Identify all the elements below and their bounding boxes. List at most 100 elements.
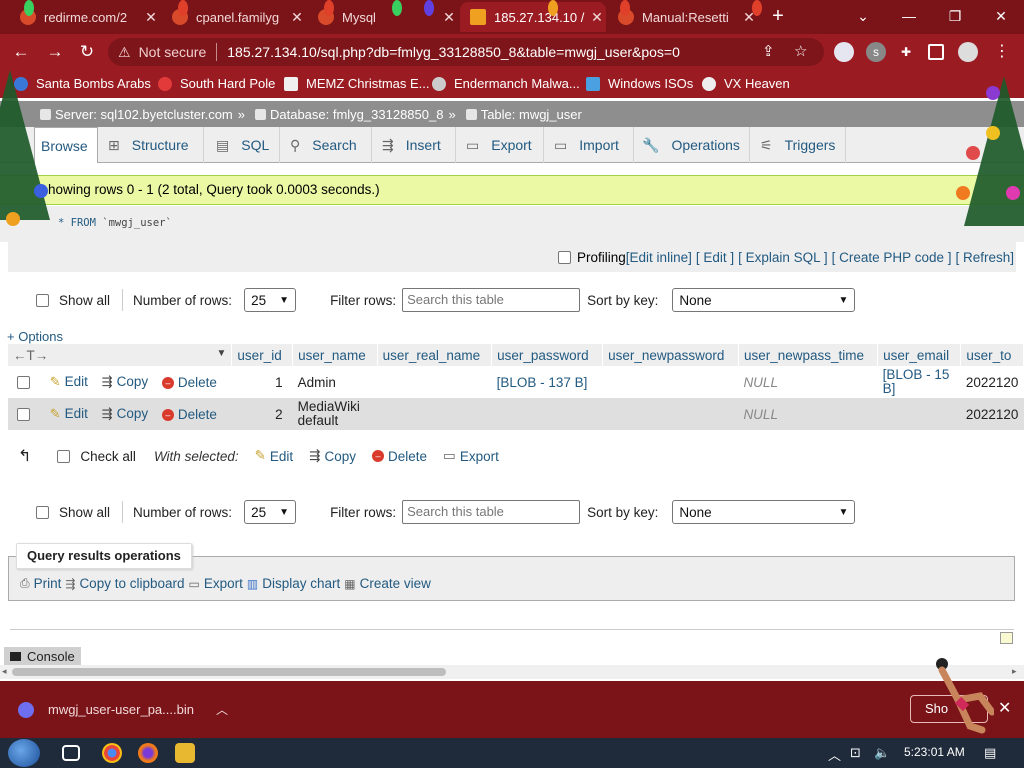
tab-close-icon[interactable]: ✕ [142, 9, 160, 26]
options-toggle[interactable]: + Options [7, 329, 63, 344]
cell-user-to[interactable]: 2022120 [960, 398, 1024, 430]
network-icon[interactable]: ⊡ [850, 745, 861, 761]
display-chart-link[interactable]: ▥ Display chart [247, 576, 340, 591]
tab-search[interactable]: ⚲ Search [280, 127, 372, 163]
sort-by-key-select[interactable]: None ▼ [672, 288, 856, 312]
extension-s-icon[interactable]: s [866, 42, 886, 62]
minimize-button[interactable]: — [886, 0, 932, 32]
browser-menu-icon[interactable]: ⋮ [992, 42, 1012, 62]
column-arrows-header[interactable]: ←T→ ▼ [8, 344, 233, 366]
file-explorer-icon[interactable] [175, 743, 195, 763]
bookmark-memz[interactable]: MEMZ Christmas E... [284, 76, 430, 91]
number-of-rows-select[interactable]: 25 ▼ [244, 500, 297, 524]
sort-by-key-select[interactable]: None ▼ [672, 500, 856, 524]
column-header[interactable]: user_to [960, 344, 1024, 366]
tab-sql[interactable]: ▤ SQL [204, 127, 280, 163]
tab-close-icon[interactable]: ✕ [588, 9, 606, 26]
url-input[interactable]: ⚠ Not secure 185.27.134.10/sql.php?db=fm… [108, 38, 824, 66]
notes-icon[interactable] [1000, 632, 1013, 644]
row-checkbox[interactable] [17, 407, 30, 421]
row-copy-button[interactable]: ⇶ Copy [102, 374, 148, 390]
extensions-puzzle-icon[interactable]: ✚ [896, 42, 916, 62]
show-all-checkbox[interactable] [36, 505, 49, 519]
bulk-export-button[interactable]: ▭ Export [443, 448, 499, 464]
create-php-code-link[interactable]: [ Create PHP code ] [832, 250, 952, 265]
number-of-rows-select[interactable]: 25 ▼ [244, 288, 297, 312]
column-header[interactable]: user_password [491, 344, 604, 366]
bulk-delete-button[interactable]: – Delete [372, 449, 427, 464]
chrome-taskbar-icon[interactable] [102, 743, 122, 763]
show-all-checkbox[interactable] [36, 293, 49, 307]
task-view-icon[interactable] [62, 745, 80, 761]
share-icon[interactable]: ⇪ [762, 42, 775, 60]
cell-user-id[interactable]: 2 [231, 398, 293, 430]
close-download-bar-icon[interactable]: ✕ [998, 698, 1011, 718]
forward-button[interactable]: → [42, 40, 68, 64]
close-window-button[interactable]: ✕ [978, 0, 1024, 32]
column-header[interactable]: user_id [231, 344, 294, 366]
breadcrumb-table[interactable]: Table: mwgj_user [462, 107, 582, 122]
cell-user-id[interactable]: 1 [231, 366, 293, 398]
cell-user-password[interactable]: [BLOB - 137 B] [491, 366, 603, 398]
tab-triggers[interactable]: ⚟ Triggers [750, 127, 846, 163]
tray-chevron-up-icon[interactable]: ︿ [828, 745, 841, 764]
check-all-label[interactable]: Check all [80, 449, 136, 464]
check-all-checkbox[interactable] [57, 449, 71, 463]
cell-user-to[interactable]: 2022120 [960, 366, 1024, 398]
explain-sql-link[interactable]: [ Explain SQL ] [738, 250, 828, 265]
bookmark-south-hard-pole[interactable]: South Hard Pole [158, 76, 275, 91]
breadcrumb-server[interactable]: Server: sql102.byetcluster.com [36, 107, 233, 122]
action-center-icon[interactable]: ▤ [984, 745, 996, 761]
tab-operations[interactable]: 🔧 Operations [634, 127, 750, 163]
tab-close-icon[interactable]: ✕ [440, 9, 458, 26]
column-header[interactable]: user_name [292, 344, 378, 366]
print-link[interactable]: ⎙ Print [20, 576, 61, 591]
cell-user-newpass-time[interactable]: NULL [738, 398, 878, 430]
column-header[interactable]: user_newpass_time [738, 344, 879, 366]
tab-search-chevron-icon[interactable]: ⌄ [840, 0, 886, 32]
export-link[interactable]: ▭ Export [189, 576, 243, 591]
console-toggle[interactable]: Console [4, 647, 81, 665]
bookmark-star-icon[interactable]: ☆ [794, 42, 807, 60]
scroll-right-icon[interactable]: ▸ [1012, 666, 1017, 677]
bookmark-windows-isos[interactable]: Windows ISOs [586, 76, 693, 91]
tab-structure[interactable]: ⊞ Structure [98, 127, 204, 163]
cell-user-newpassword[interactable] [602, 398, 739, 430]
cell-user-real-name[interactable] [377, 366, 492, 398]
copy-to-clipboard-link[interactable]: ⇶ Copy to clipboard [65, 576, 184, 591]
cell-user-name[interactable]: Admin [292, 366, 378, 398]
bookmark-endermanch[interactable]: Endermanch Malwa... [432, 76, 580, 91]
breadcrumb-database[interactable]: Database: fmlyg_33128850_8 [251, 107, 443, 122]
tab-export[interactable]: ▭ Export [456, 127, 544, 163]
column-header[interactable]: user_newpassword [602, 344, 739, 366]
scroll-left-icon[interactable]: ◂ [2, 666, 7, 677]
column-header[interactable]: user_email [877, 344, 962, 366]
chevron-up-icon[interactable]: ︿ [216, 701, 228, 718]
cell-user-email[interactable]: [BLOB - 15 B] [877, 366, 961, 398]
row-checkbox[interactable] [17, 375, 30, 389]
cell-user-name[interactable]: MediaWiki default [292, 398, 378, 430]
row-delete-button[interactable]: – Delete [161, 375, 217, 390]
firefox-taskbar-icon[interactable] [138, 743, 158, 763]
bulk-copy-button[interactable]: ⇶ Copy [309, 448, 356, 464]
start-button[interactable] [8, 739, 40, 767]
create-view-link[interactable]: ▦ Create view [344, 576, 431, 591]
extension-flag-icon[interactable] [834, 42, 854, 62]
horizontal-scrollbar[interactable]: ◂ ▸ [0, 665, 1024, 679]
bulk-edit-button[interactable]: ✎ Edit [255, 448, 294, 464]
refresh-link[interactable]: [ Refresh] [955, 250, 1014, 265]
row-edit-button[interactable]: ✎ Edit [50, 374, 88, 390]
back-button[interactable]: ← [8, 40, 34, 64]
row-delete-button[interactable]: – Delete [161, 407, 217, 422]
cell-user-password[interactable] [491, 398, 603, 430]
volume-icon[interactable]: 🔈 [874, 745, 890, 761]
bookmark-vx-heaven[interactable]: VX Heaven [702, 76, 790, 91]
profiling-checkbox[interactable] [558, 250, 572, 264]
tab-insert[interactable]: ⇶ Insert [372, 127, 456, 163]
tab-close-icon[interactable]: ✕ [288, 9, 306, 26]
cell-user-email[interactable] [877, 398, 961, 430]
tab-import[interactable]: ▭ Import [544, 127, 634, 163]
column-header[interactable]: user_real_name [377, 344, 493, 366]
browser-tab-manual[interactable]: Manual:Resetti ✕ [608, 2, 758, 32]
side-panel-icon[interactable] [928, 44, 944, 60]
